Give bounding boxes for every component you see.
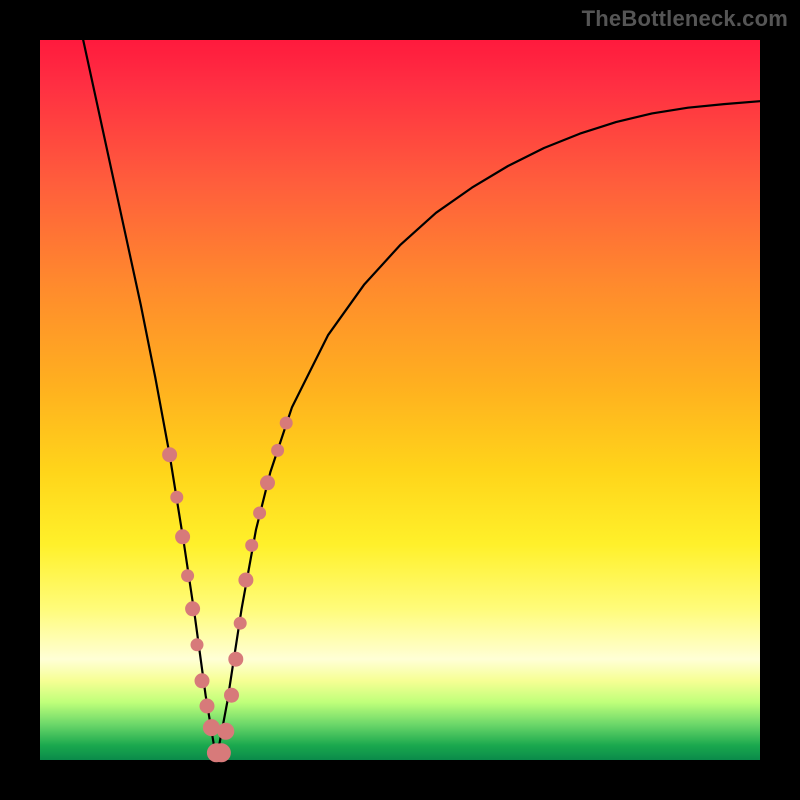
data-bead [200,699,214,713]
data-bead [280,417,292,429]
data-beads [163,417,293,762]
data-bead [261,476,275,490]
data-bead [212,744,230,762]
data-bead [191,639,203,651]
data-bead [225,688,239,702]
data-bead [234,617,246,629]
data-bead [195,674,209,688]
data-bead [163,448,177,462]
data-bead [176,530,190,544]
data-bead [272,444,284,456]
bottleneck-curve [83,40,760,760]
data-bead [239,573,253,587]
data-bead [229,652,243,666]
data-bead [186,602,200,616]
curve-layer [40,40,760,760]
plot-area [40,40,760,760]
data-bead [203,720,219,736]
data-bead [171,491,183,503]
watermark-text: TheBottleneck.com [582,6,788,32]
data-bead [254,507,266,519]
chart-frame: TheBottleneck.com [0,0,800,800]
data-bead [182,570,194,582]
data-bead [218,723,234,739]
data-bead [246,539,258,551]
